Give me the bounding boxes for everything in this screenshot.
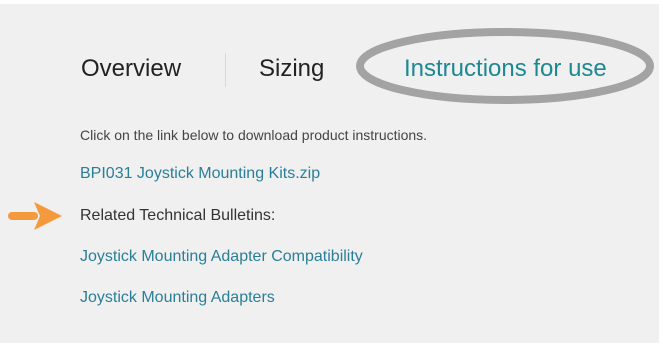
- tab-bar: Overview Sizing Instructions for use: [0, 4, 659, 134]
- bulletin-link-adapters[interactable]: Joystick Mounting Adapters: [80, 288, 275, 308]
- intro-text: Click on the link below to download prod…: [80, 127, 428, 143]
- tab-instructions-for-use[interactable]: Instructions for use: [404, 54, 607, 84]
- bulletin-link-compatibility[interactable]: Joystick Mounting Adapter Compatibility: [80, 247, 363, 267]
- tab-overview[interactable]: Overview: [81, 54, 181, 84]
- bulletins-heading: Related Technical Bulletins:: [80, 207, 276, 224]
- tab-divider: [225, 53, 226, 87]
- arrow-right-icon: [8, 202, 62, 230]
- tab-sizing[interactable]: Sizing: [259, 54, 324, 84]
- download-zip-link[interactable]: BPI031 Joystick Mounting Kits.zip: [80, 164, 320, 184]
- product-info-panel: Overview Sizing Instructions for use Cli…: [0, 4, 659, 343]
